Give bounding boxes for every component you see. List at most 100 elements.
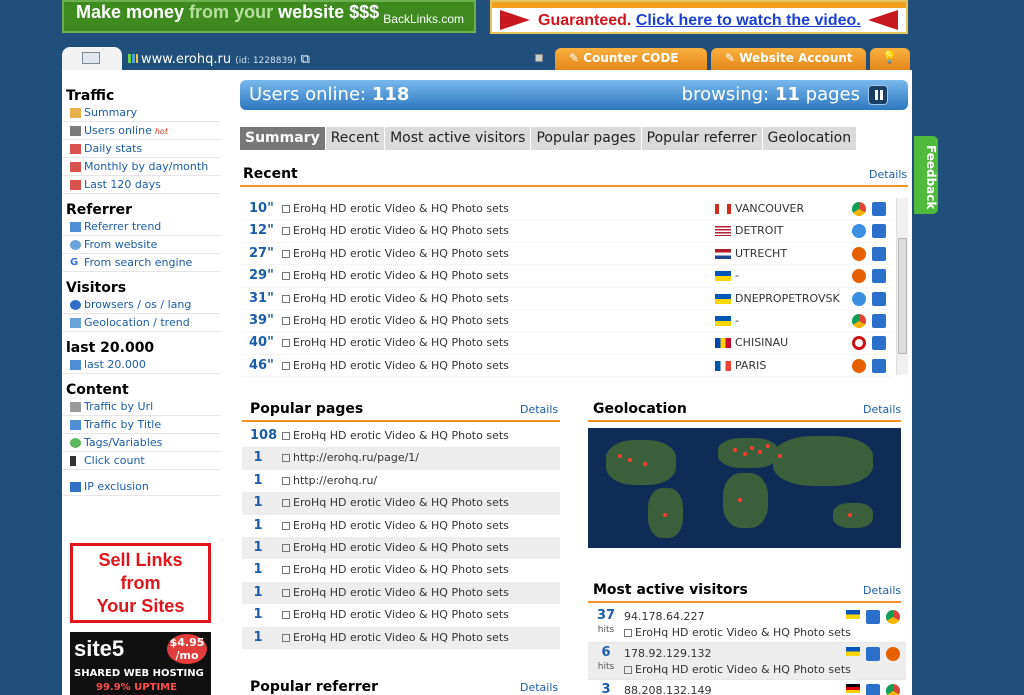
site-id: (id: 1228839) [235,56,297,66]
geolocation-title: Geolocation [593,401,687,417]
list-item[interactable]: 27" EroHq HD erotic Video & HQ Photo sets… [242,243,892,266]
visitor-ip: 94.178.64.227 [624,610,705,623]
sidebar-item-geolocation[interactable]: Geolocation / trend [62,314,220,332]
popular-pages-details-link[interactable]: Details [520,403,558,416]
sidebar-item-from-search-engine[interactable]: G From search engine [62,254,220,272]
flag-fr-icon [715,360,731,371]
sidebar-item-click-count[interactable]: Click count [62,452,220,470]
users-online-count: Users online: 118 [249,84,410,105]
list-item[interactable]: 31" EroHq HD erotic Video & HQ Photo sets… [242,288,892,310]
windows-icon [872,224,886,239]
sidebar-item-users-online[interactable]: Users online hot [62,122,220,140]
chrome-icon [886,684,900,695]
geolocation-details-link[interactable]: Details [863,403,901,416]
tab-most-active[interactable]: Most active visitors [385,127,531,150]
sidebar-item-from-website[interactable]: From website [62,236,220,254]
popular-referrer-details-link[interactable]: Details [520,681,558,694]
sidebar-item-last-20000[interactable]: last 20.000 [62,356,220,374]
sidebar-item-traffic-by-title[interactable]: Traffic by Title [62,416,220,434]
visitor-dot [643,462,647,466]
windows-icon [866,684,880,695]
list-item[interactable]: 1 EroHq HD erotic Video & HQ Photo sets [242,626,560,649]
list-item[interactable]: 1 EroHq HD erotic Video & HQ Photo sets [242,581,560,605]
visitor-dot [750,446,754,450]
tab-website-account[interactable]: ✎ Website Account [711,48,866,70]
list-item[interactable]: 39" EroHq HD erotic Video & HQ Photo sets… [242,310,892,333]
site5-ad[interactable]: site5 $4.95/mo SHARED WEB HOSTING 99.9% … [70,632,211,695]
list-item[interactable]: 1 http://erohq.ru/page/1/ [242,447,560,470]
video-banner[interactable]: Guaranteed. Click here to watch the vide… [490,0,908,34]
list-item[interactable]: 108 EroHq HD erotic Video & HQ Photo sets [242,425,560,447]
map-north-america [606,440,676,485]
pause-button[interactable] [868,85,888,105]
windows-icon [872,291,886,306]
most-active-details-link[interactable]: Details [863,584,901,597]
list-item[interactable]: 1 EroHq HD erotic Video & HQ Photo sets [242,536,560,560]
flag-ua-icon [715,315,731,326]
hits-count: 6 hits [597,645,615,673]
list-item[interactable]: 29" EroHq HD erotic Video & HQ Photo sets… [242,265,892,288]
tab-summary[interactable]: Summary [240,127,325,150]
popular-referrer-title: Popular referrer [250,679,379,695]
sidebar-item-monthly[interactable]: Monthly by day/month [62,158,220,176]
sidebar-item-tags-variables[interactable]: Tags/Variables [62,434,220,452]
recent-details-link[interactable]: Details [869,168,907,181]
recent-title: Recent [243,166,298,182]
popular-pages-divider [242,420,560,422]
sidebar-item-referrer-trend[interactable]: Referrer trend [62,218,220,236]
list-item[interactable]: 1 EroHq HD erotic Video & HQ Photo sets [242,604,560,626]
page-icon [282,476,290,485]
banner-video-text: Guaranteed. Click here to watch the vide… [538,12,861,29]
list-item[interactable]: 3 88.208.132.149 [588,680,906,695]
list-item[interactable]: 46" EroHq HD erotic Video & HQ Photo sets… [242,355,892,378]
visitor-dot [628,458,632,462]
most-active-list: 37 hits 94.178.64.227 EroHq HD erotic Video… [588,606,906,695]
list-item[interactable]: 1 EroHq HD erotic Video & HQ Photo sets [242,492,560,515]
flag-ua-icon [846,610,860,619]
recent-divider [240,185,908,187]
list-item[interactable]: 37 hits 94.178.64.227 EroHq HD erotic Video… [588,606,906,643]
sidebar-item-daily-stats[interactable]: Daily stats [62,140,220,158]
list-item[interactable]: 1 http://erohq.ru/ [242,470,560,492]
external-link-icon[interactable]: ⧉ [301,52,310,67]
visitor-dot [766,444,770,448]
arrows-icon [70,360,81,370]
list-item[interactable]: 12" EroHq HD erotic Video & HQ Photo sets… [242,220,892,243]
list-item[interactable]: 6 hits 178.92.129.132 EroHq HD erotic Video… [588,643,906,680]
flag-ua-icon [715,271,731,282]
recent-scrollbar[interactable] [896,198,908,375]
sidebar-item-browsers[interactable]: browsers / os / lang [62,296,220,314]
link-icon [70,402,81,412]
site5-logo: site5 [74,636,125,661]
watch-video-link[interactable]: Click here to watch the video. [636,12,861,29]
page-icon [282,316,290,325]
scrollbar-thumb[interactable] [898,238,907,354]
list-item[interactable]: 1 EroHq HD erotic Video & HQ Photo sets [242,515,560,537]
tab-geolocation[interactable]: Geolocation [762,127,857,150]
tab-tips[interactable]: 💡 [870,48,910,70]
sell-links-ad[interactable]: Sell Links from Your Sites [70,543,211,623]
calendar-icon [70,180,81,190]
tab-popular-referrer[interactable]: Popular referrer [641,127,762,150]
list-item[interactable]: 40" EroHq HD erotic Video & HQ Photo sets… [242,332,892,355]
stats-home-tab[interactable] [62,47,122,70]
flag-us-icon [715,226,731,237]
shield-icon [70,482,81,492]
windows-icon [872,336,886,351]
sidebar-item-ip-exclusion[interactable]: IP exclusion [62,478,220,496]
list-item[interactable]: 10" EroHq HD erotic Video & HQ Photo sets… [242,198,892,221]
banner-stripe [492,2,906,8]
print-icon[interactable] [535,54,543,62]
sidebar-item-summary[interactable]: Summary [62,104,220,122]
feedback-tab[interactable]: Feedback [914,136,938,214]
visitor-dot [758,450,762,454]
list-item[interactable]: 1 EroHq HD erotic Video & HQ Photo sets [242,559,560,581]
sidebar-item-traffic-by-url[interactable]: Traffic by Url [62,398,220,416]
tab-popular-pages[interactable]: Popular pages [531,127,641,150]
world-map[interactable] [588,428,901,548]
sidebar-item-last-120-days[interactable]: Last 120 days [62,176,220,194]
tab-counter-code[interactable]: ✎ Counter CODE [555,48,707,70]
tab-recent[interactable]: Recent [325,127,385,150]
backlinks-banner[interactable]: Make money from your website $$$ BackLin… [62,0,476,33]
firefox-icon [852,246,866,261]
